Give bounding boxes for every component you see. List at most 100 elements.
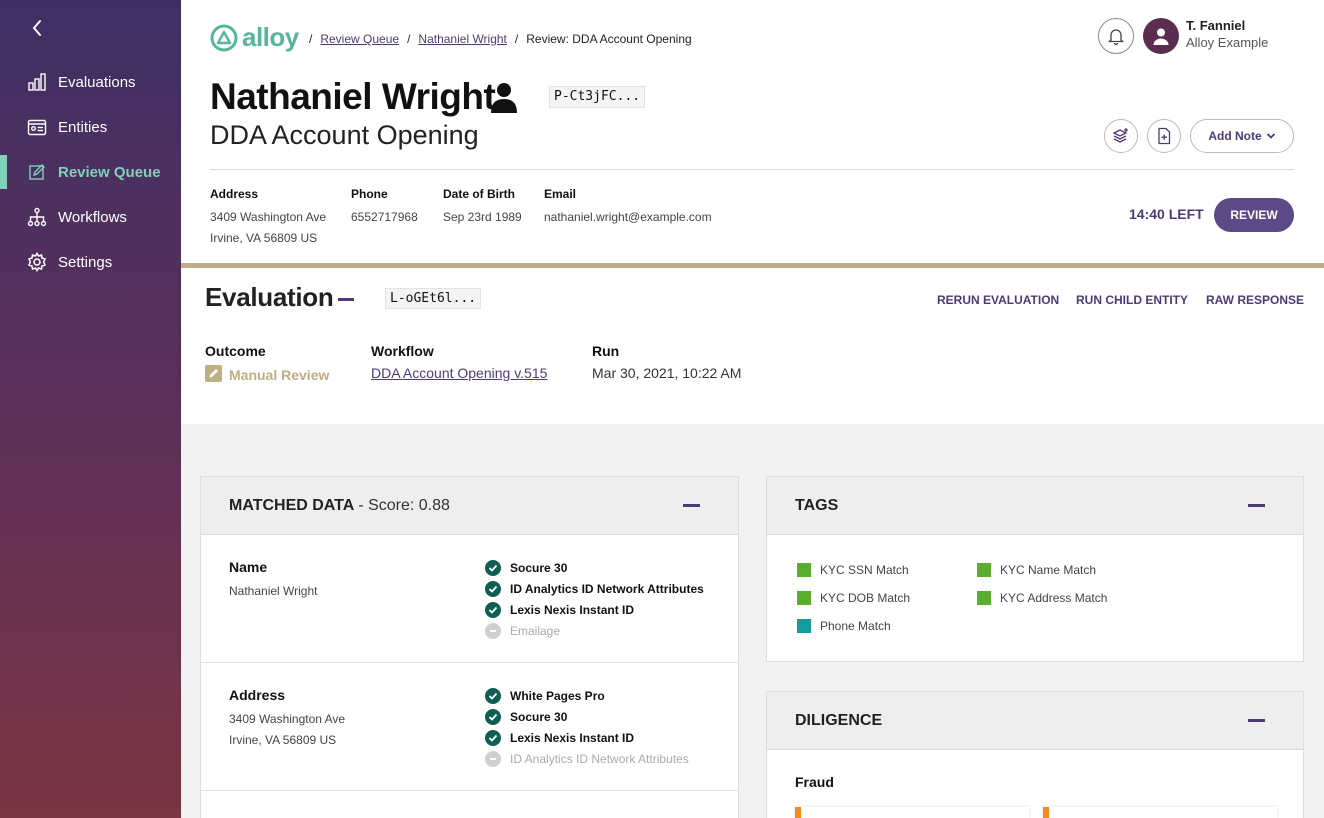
review-button[interactable]: REVIEW (1214, 198, 1294, 232)
matched-data-panel: MATCHED DATA - Score: 0.88 Name Nathanie… (200, 476, 739, 818)
outcome-label: Outcome (205, 343, 266, 359)
collapse-icon[interactable] (1248, 504, 1265, 507)
phone-label: Phone (351, 187, 388, 201)
person-icon (490, 82, 518, 119)
field-value: 3409 Washington Ave Irvine, VA 56809 US (229, 709, 345, 751)
source-label: Socure 30 (510, 560, 568, 575)
dob-info: Date of Birth Sep 23rd 1989 (443, 187, 522, 228)
gear-icon (27, 252, 47, 272)
check-icon (485, 708, 501, 725)
user-name: T. Fanniel (1186, 18, 1246, 33)
matched-data-score: - Score: 0.88 (358, 496, 450, 514)
source-label: Socure 30 (510, 709, 568, 724)
sidebar-item-label: Settings (58, 253, 113, 271)
edit-square-icon (27, 162, 47, 182)
source-item: ID Analytics ID Network Attributes (485, 578, 704, 599)
user-icon (1153, 28, 1169, 45)
user-org: Alloy Example (1186, 35, 1269, 50)
dob-label: Date of Birth (443, 187, 515, 201)
bell-icon (1107, 29, 1125, 46)
add-document-button[interactable] (1147, 119, 1181, 153)
email-label: Email (544, 187, 577, 201)
dob-value: Sep 23rd 1989 (443, 210, 522, 224)
outcome-field: Outcome Manual Review (205, 343, 329, 385)
raw-response-button[interactable]: RAW RESPONSE (1206, 293, 1304, 307)
tags-header: TAGS (767, 477, 1303, 535)
notifications-button[interactable] (1098, 18, 1134, 54)
tag-label: KYC Name Match (1000, 563, 1097, 577)
workflow-link[interactable]: DDA Account Opening v.515 (371, 365, 547, 381)
chevron-down-icon (1266, 133, 1275, 139)
entity-subtitle: DDA Account Opening (210, 120, 479, 150)
address-label: Address (210, 187, 259, 201)
tag-color-swatch (797, 619, 811, 633)
run-field: Run Mar 30, 2021, 10:22 AM (592, 343, 741, 381)
check-icon (485, 601, 501, 618)
alloy-logo[interactable]: alloy (210, 22, 299, 53)
run-value: Mar 30, 2021, 10:22 AM (592, 365, 742, 381)
time-left: 14:40 LEFT (1129, 206, 1204, 222)
breadcrumb-review-queue[interactable]: Review Queue (320, 32, 399, 46)
sidebar-item-label: Entities (58, 118, 108, 136)
collapse-icon[interactable] (1248, 719, 1265, 722)
id-card-icon (27, 117, 47, 137)
breadcrumb-current: Review: DDA Account Opening (526, 32, 692, 46)
source-label: Lexis Nexis Instant ID (510, 602, 635, 617)
logo-text: alloy (242, 22, 299, 52)
file-plus-icon (1158, 127, 1171, 145)
matched-data-title: MATCHED DATA (229, 496, 355, 514)
rerun-evaluation-button[interactable]: RERUN EVALUATION (937, 293, 1059, 307)
breadcrumb: / Review Queue / Nathaniel Wright / Revi… (309, 32, 692, 46)
source-label: Lexis Nexis Instant ID (510, 730, 635, 745)
hierarchy-icon (27, 207, 47, 227)
evaluation-collapse-icon[interactable] (338, 298, 354, 301)
back-chevron-icon[interactable] (26, 16, 50, 40)
diligence-panel: DILIGENCE Fraud (766, 691, 1304, 818)
matched-data-row: Address 3409 Washington Ave Irvine, VA 5… (201, 663, 738, 791)
run-child-entity-button[interactable]: RUN CHILD ENTITY (1076, 293, 1188, 307)
tag-color-swatch (797, 563, 811, 577)
sidebar-item-workflows[interactable]: Workflows (0, 200, 181, 234)
source-label: ID Analytics ID Network Attributes (510, 581, 704, 596)
sidebar-item-evaluations[interactable]: Evaluations (0, 65, 181, 99)
bar-chart-icon (27, 72, 47, 92)
diligence-header: DILIGENCE (767, 692, 1303, 750)
tag-label: KYC DOB Match (820, 591, 911, 605)
sidebar-item-label: Review Queue (58, 163, 161, 181)
source-list: Socure 30 ID Analytics ID Network Attrib… (485, 557, 704, 641)
source-item: Socure 30 (485, 706, 689, 727)
avatar[interactable] (1143, 18, 1179, 54)
pencil-icon (205, 365, 222, 385)
phone-info: Phone 6552717968 (351, 187, 418, 228)
matched-data-header: MATCHED DATA - Score: 0.88 (201, 477, 738, 535)
collapse-icon[interactable] (683, 504, 700, 507)
source-item: Emailage (485, 620, 704, 641)
email-info: Email nathaniel.wright@example.com (544, 187, 712, 228)
tag-item: KYC SSN Match (797, 563, 909, 577)
field-name: Name (229, 559, 268, 575)
tag-color-swatch (977, 563, 991, 577)
source-label: White Pages Pro (510, 688, 605, 703)
sidebar-item-label: Evaluations (58, 73, 136, 91)
breadcrumb-entity[interactable]: Nathaniel Wright (418, 32, 507, 46)
minus-circle-icon (485, 750, 501, 767)
email-value: nathaniel.wright@example.com (544, 210, 712, 224)
sidebar-item-settings[interactable]: Settings (0, 245, 181, 279)
sidebar-item-entities[interactable]: Entities (0, 110, 181, 144)
field-value: Nathaniel Wright (229, 584, 318, 598)
phone-value: 6552717968 (351, 210, 418, 224)
sidebar-item-review-queue[interactable]: Review Queue (0, 155, 181, 189)
source-item: ID Analytics ID Network Attributes (485, 748, 689, 769)
evaluation-id-chip[interactable]: L-oGEt6l... (385, 288, 482, 309)
add-note-button[interactable]: Add Note (1190, 119, 1294, 153)
source-label: ID Analytics ID Network Attributes (510, 751, 689, 766)
field-value-line: Irvine, VA 56809 US (229, 733, 337, 747)
entity-id-chip[interactable]: P-Ct3jFC... (549, 86, 646, 108)
matched-data-row: Name Nathaniel Wright Socure 30 ID Analy… (201, 535, 738, 663)
fraud-card (795, 807, 1029, 818)
check-icon (485, 559, 501, 576)
layers-add-button[interactable] (1104, 119, 1138, 153)
tag-item: KYC Name Match (977, 563, 1096, 577)
run-label: Run (592, 343, 620, 359)
tag-color-swatch (797, 591, 811, 605)
